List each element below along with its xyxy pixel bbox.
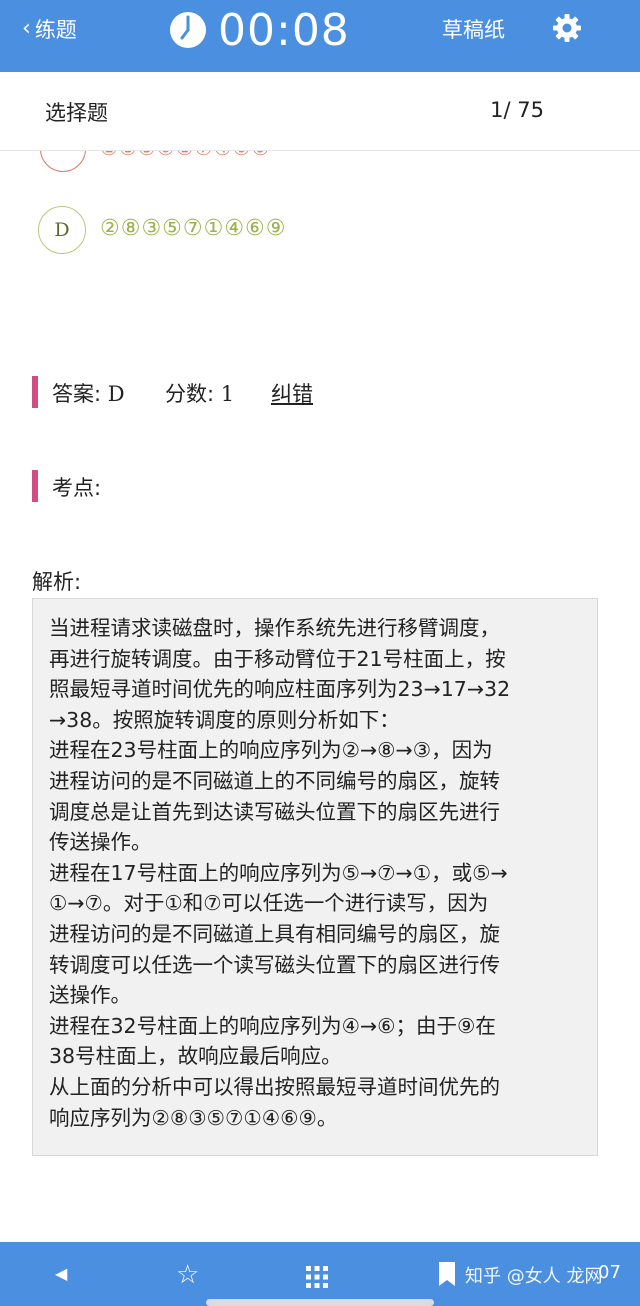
clock-icon bbox=[170, 12, 206, 48]
grid-icon[interactable] bbox=[306, 1266, 328, 1288]
sub-header: 选择题 1/ 75 bbox=[0, 72, 640, 151]
bottom-bar: ◀ ☆ 知乎 @女人 龙网 07 bbox=[0, 1242, 640, 1306]
bookmark-icon[interactable] bbox=[437, 1261, 457, 1287]
analysis-line: 进程访问的是不同磁道上的不同编号的扇区，旋转 bbox=[49, 768, 500, 793]
star-icon[interactable]: ☆ bbox=[176, 1260, 199, 1290]
report-error-link[interactable]: 纠错 bbox=[271, 378, 313, 408]
option-d[interactable]: D ②⑧③⑤⑦①④⑥⑨ bbox=[38, 206, 598, 256]
back-label: 练题 bbox=[34, 18, 77, 42]
analysis-line: 调度总是让首先到达读写磁头位置下的扇区先进行 bbox=[49, 799, 500, 824]
analysis-line: 进程在32号柱面上的响应序列为④→⑥；由于⑨在 bbox=[49, 1013, 496, 1038]
analysis-line: 从上面的分析中可以得出按照最短寻道时间优先的 bbox=[49, 1074, 500, 1099]
analysis-line: 当进程请求读磁盘时，操作系统先进行移臂调度， bbox=[49, 616, 500, 640]
score-label: 分数: bbox=[165, 382, 215, 406]
accent-bar bbox=[32, 470, 38, 502]
analysis-line: 传送操作。 bbox=[49, 830, 152, 855]
question-type: 选择题 bbox=[45, 101, 108, 125]
analysis-line: ①→⑦。对于①和⑦可以任选一个进行读写，因为 bbox=[49, 891, 489, 916]
question-progress: 1/ 75 bbox=[490, 98, 544, 122]
answer-value: D bbox=[107, 382, 125, 406]
analysis-line: 进程在17号柱面上的响应序列为⑤→⑦→①，或⑤→ bbox=[49, 860, 508, 885]
back-button[interactable]: ‹ 练题 bbox=[22, 14, 77, 44]
top-bar: ‹ 练题 00:08 草稿纸 bbox=[0, 0, 640, 72]
score: 分数: 1 bbox=[165, 378, 234, 408]
answer-label: 答案: bbox=[52, 382, 102, 406]
analysis-line: 送操作。 bbox=[49, 983, 131, 1008]
score-value: 1 bbox=[220, 382, 235, 406]
analysis-line: 照最短寻道时间优先的响应柱面序列为23→17→32 bbox=[49, 677, 511, 702]
triangle-left-icon[interactable]: ◀ bbox=[55, 1264, 67, 1283]
knowledge-point-label: 考点: bbox=[52, 476, 102, 500]
draft-paper-button[interactable]: 草稿纸 bbox=[442, 14, 505, 44]
analysis-label: 解析: bbox=[32, 570, 82, 594]
option-d-sequence: ②⑧③⑤⑦①④⑥⑨ bbox=[100, 216, 287, 241]
gear-icon[interactable] bbox=[551, 12, 583, 44]
analysis-line: 进程访问的是不同磁道上具有相同编号的扇区，旋 bbox=[49, 921, 500, 946]
timer-text: 00:08 bbox=[218, 4, 350, 56]
analysis-line: →38。按照旋转调度的原则分析如下： bbox=[49, 707, 400, 732]
analysis-line: 38号柱面上，故响应最后响应。 bbox=[49, 1044, 342, 1069]
analysis-box: 当进程请求读磁盘时，操作系统先进行移臂调度， 再进行旋转调度。由于移动臂位于21… bbox=[32, 598, 598, 1156]
analysis-line: 再进行旋转调度。由于移动臂位于21号柱面上，按 bbox=[49, 646, 506, 671]
watermark: 知乎 @女人 龙网 bbox=[465, 1266, 603, 1287]
timer: 00:08 bbox=[168, 4, 350, 56]
knowledge-point-row: 考点: bbox=[32, 470, 592, 504]
analysis-line: 进程在23号柱面上的响应序列为②→⑧→③，因为 bbox=[49, 738, 493, 763]
home-indicator bbox=[206, 1299, 434, 1306]
analysis-line: 响应序列为②⑧③⑤⑦①④⑥⑨。 bbox=[49, 1105, 338, 1130]
answer-row: 答案: D 分数: 1 纠错 bbox=[32, 376, 592, 410]
analysis-line: 转调度可以任选一个读写磁头位置下的扇区进行传 bbox=[49, 952, 500, 977]
option-d-circle: D bbox=[38, 206, 86, 254]
page-count: 07 bbox=[598, 1262, 621, 1283]
accent-bar bbox=[32, 376, 38, 408]
chevron-left-icon: ‹ bbox=[22, 16, 31, 41]
answer: 答案: D bbox=[52, 378, 125, 408]
